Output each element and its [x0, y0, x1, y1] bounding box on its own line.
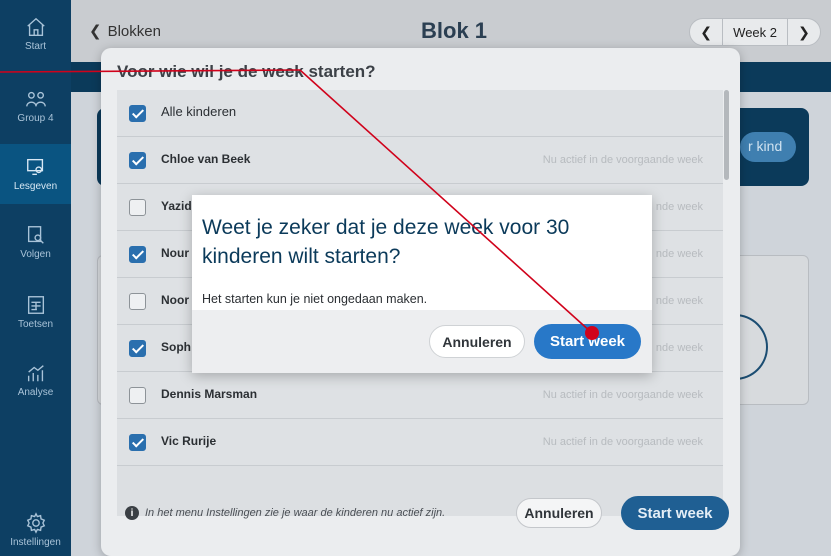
background-pill: r kind: [740, 132, 796, 162]
sidebar-item-label: Instellingen: [10, 537, 61, 548]
confirm-footer: Annuleren Start week: [192, 310, 652, 373]
test-icon: [27, 296, 44, 314]
sidebar-item-label: Start: [24, 41, 47, 52]
chevron-left-icon: ❮: [89, 23, 102, 40]
list-item[interactable]: Vic Rurije Nu actief in de voorgaande we…: [117, 419, 723, 466]
back-to-blokken-link[interactable]: ❮ Blokken: [89, 22, 161, 40]
footer-info-text: In het menu Instellingen zie je waar de …: [145, 507, 446, 519]
checkbox[interactable]: [129, 246, 146, 263]
list-item[interactable]: Dennis Marsman Nu actief in de voorgaand…: [117, 372, 723, 419]
sidebar-item-label: Analyse: [17, 387, 54, 398]
confirm-message: Het starten kun je niet ongedaan maken.: [202, 292, 428, 306]
child-name: Soph: [161, 340, 191, 354]
child-status: Nu actief in de voorgaande week: [542, 436, 703, 448]
checkbox[interactable]: [129, 340, 146, 357]
follow-icon: [27, 226, 44, 244]
sidebar-item-label: Volgen: [20, 249, 51, 260]
sidebar-item-analyse[interactable]: Analyse: [0, 350, 71, 410]
modal-title: Voor wie wil je de week starten?: [117, 62, 376, 81]
list-scrollbar[interactable]: [724, 90, 729, 180]
group-icon: [25, 91, 46, 107]
child-name: Chloe van Beek: [161, 152, 251, 166]
child-name: Dennis Marsman: [161, 387, 258, 401]
checkbox[interactable]: [129, 434, 146, 451]
child-name: Noor: [161, 293, 189, 307]
list-item-all[interactable]: Alle kinderen: [117, 90, 723, 137]
next-week-button[interactable]: ❯: [788, 19, 820, 45]
confirm-cancel-button[interactable]: Annuleren: [429, 325, 525, 358]
child-status: Nu actief in de voorgaande week: [542, 154, 703, 166]
week-label[interactable]: Week 2: [722, 19, 788, 45]
sidebar: Start Group 4 Lesgeven Volgen Toetsen An…: [0, 0, 71, 556]
sidebar-item-label: Lesgeven: [13, 181, 58, 192]
sidebar-item-start[interactable]: Start: [0, 4, 71, 64]
home-icon: [26, 17, 45, 36]
chevron-right-icon: ❯: [798, 23, 810, 40]
teach-icon: [26, 158, 43, 176]
modal-start-week-button[interactable]: Start week: [621, 496, 729, 530]
sidebar-item-group[interactable]: Group 4: [0, 76, 71, 136]
previous-week-button[interactable]: ❮: [690, 19, 722, 45]
sidebar-item-lesgeven[interactable]: Lesgeven: [0, 144, 71, 204]
gear-icon: [26, 512, 45, 534]
confirm-dialog: Weet je zeker dat je deze week voor 30 k…: [192, 195, 652, 373]
sidebar-item-instellingen[interactable]: Instellingen: [0, 500, 71, 556]
sidebar-item-label: Toetsen: [17, 319, 54, 330]
list-item[interactable]: Chloe van Beek Nu actief in de voorgaand…: [117, 137, 723, 184]
child-name: Yazid: [161, 199, 192, 213]
child-status: nde week: [655, 201, 703, 213]
confirm-title: Weet je zeker dat je deze week voor 30 k…: [202, 216, 570, 268]
sidebar-item-volgen[interactable]: Volgen: [0, 212, 71, 272]
child-status: nde week: [655, 248, 703, 260]
checkbox[interactable]: [129, 293, 146, 310]
page-title: Blok 1: [421, 18, 488, 43]
sidebar-item-toetsen[interactable]: Toetsen: [0, 282, 71, 342]
child-status: nde week: [655, 342, 703, 354]
child-name: Alle kinderen: [161, 104, 237, 119]
sidebar-item-label: Group 4: [17, 113, 54, 124]
analysis-icon: [27, 365, 44, 382]
child-status: nde week: [655, 295, 703, 307]
checkbox[interactable]: [129, 387, 146, 404]
info-icon: i: [125, 506, 139, 520]
checkbox[interactable]: [129, 199, 146, 216]
chevron-left-icon: ❮: [700, 23, 713, 40]
modal-cancel-button[interactable]: Annuleren: [516, 498, 602, 528]
child-name: Vic Rurije: [161, 434, 217, 448]
checkbox[interactable]: [129, 152, 146, 169]
child-status: Nu actief in de voorgaande week: [542, 389, 703, 401]
footer-info: i In het menu Instellingen zie je waar d…: [125, 506, 445, 520]
back-link-label: Blokken: [107, 23, 161, 40]
checkbox[interactable]: [129, 105, 146, 122]
week-navigator: ❮ Week 2 ❯: [689, 18, 821, 46]
confirm-start-week-button[interactable]: Start week: [534, 324, 641, 359]
child-name: Nour: [161, 246, 189, 260]
